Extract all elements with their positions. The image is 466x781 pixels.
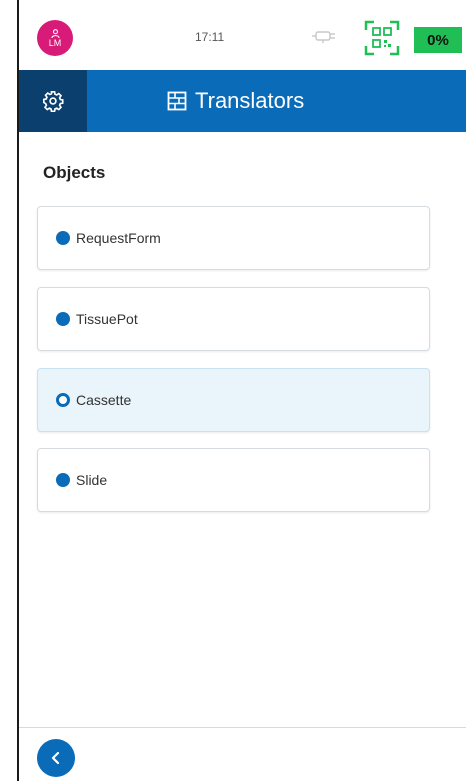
list-item-label: RequestForm	[76, 230, 161, 246]
page-title-label: Translators	[195, 88, 305, 113]
settings-button[interactable]	[19, 70, 87, 132]
app-frame: LM 17:11 0% Translators Objects RequestF…	[17, 0, 466, 781]
back-button[interactable]	[37, 739, 75, 777]
status-dot	[56, 312, 70, 326]
status-dot	[56, 231, 70, 245]
gear-icon	[43, 91, 64, 112]
list-item-requestform[interactable]: RequestForm	[37, 206, 430, 270]
page-title: Translators	[167, 70, 304, 132]
battery-level: 0%	[427, 31, 449, 49]
cable-icon	[312, 31, 335, 43]
status-bar: LM 17:11 0%	[19, 0, 466, 70]
app-header: Translators	[19, 70, 466, 132]
list-item-label: Slide	[76, 472, 108, 488]
battery-indicator: 0%	[414, 27, 462, 53]
selected-ring	[56, 393, 70, 407]
chevron-left-icon	[51, 751, 60, 765]
footer-divider	[19, 727, 466, 728]
list-item-label: TissuePot	[76, 311, 138, 327]
person-icon	[50, 28, 60, 38]
qr-code-icon[interactable]	[364, 20, 400, 56]
status-dot	[56, 473, 70, 487]
list-item-slide[interactable]: Slide	[37, 448, 430, 512]
translators-icon	[167, 91, 187, 111]
clock: 17:11	[195, 30, 225, 44]
list-item-cassette[interactable]: Cassette	[37, 368, 430, 432]
avatar[interactable]: LM	[37, 20, 73, 56]
avatar-initials: LM	[48, 37, 62, 48]
section-title: Objects	[43, 163, 106, 182]
list-item-tissuepot[interactable]: TissuePot	[37, 287, 430, 351]
list-item-label: Cassette	[76, 392, 132, 408]
